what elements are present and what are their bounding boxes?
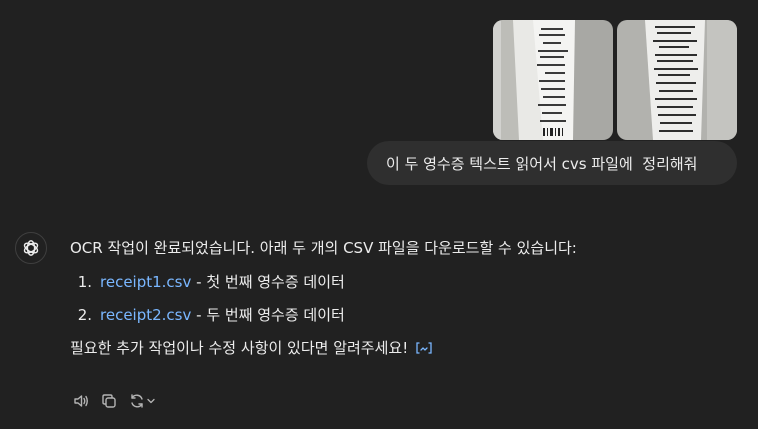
openai-logo-icon — [23, 240, 39, 256]
file-description: - 첫 번째 영수증 데이터 — [191, 273, 345, 291]
copy-icon[interactable] — [98, 390, 120, 412]
receipt-photo-2[interactable] — [617, 20, 737, 140]
assistant-avatar — [15, 232, 47, 264]
assistant-message: OCR 작업이 완료되었습니다. 아래 두 개의 CSV 파일을 다운로드할 수… — [70, 236, 730, 360]
user-attachments — [493, 20, 737, 140]
user-message-bubble: 이 두 영수증 텍스트 읽어서 cvs 파일에 정리해줘 — [367, 141, 737, 185]
list-item: 1. receipt1.csv - 첫 번째 영수증 데이터 — [70, 270, 730, 294]
list-item: 2. receipt2.csv - 두 번째 영수증 데이터 — [70, 303, 730, 327]
speaker-icon[interactable] — [70, 390, 92, 412]
chat-page: 이 두 영수증 텍스트 읽어서 cvs 파일에 정리해줘 OCR 작업이 완료되… — [0, 0, 758, 429]
file-list: 1. receipt1.csv - 첫 번째 영수증 데이터 2. receip… — [70, 270, 730, 327]
chevron-down-icon[interactable] — [146, 396, 156, 406]
file-description: - 두 번째 영수증 데이터 — [191, 306, 345, 324]
assistant-intro: OCR 작업이 완료되었습니다. 아래 두 개의 CSV 파일을 다운로드할 수… — [70, 239, 577, 257]
assistant-closing: 필요한 추가 작업이나 수정 사항이 있다면 알려주세요! — [70, 336, 730, 360]
download-link-receipt1[interactable]: receipt1.csv — [100, 270, 191, 294]
receipt-photo-1[interactable] — [493, 20, 613, 140]
user-message-text: 이 두 영수증 텍스트 읽어서 cvs 파일에 정리해줘 — [386, 154, 698, 173]
closing-text: 필요한 추가 작업이나 수정 사항이 있다면 알려주세요! — [70, 339, 409, 357]
message-actions — [70, 390, 158, 412]
code-brackets-icon[interactable] — [414, 340, 434, 356]
list-number: 2. — [77, 306, 92, 324]
regenerate-icon[interactable] — [126, 390, 158, 412]
list-number: 1. — [77, 273, 92, 291]
download-link-receipt2[interactable]: receipt2.csv — [100, 303, 191, 327]
